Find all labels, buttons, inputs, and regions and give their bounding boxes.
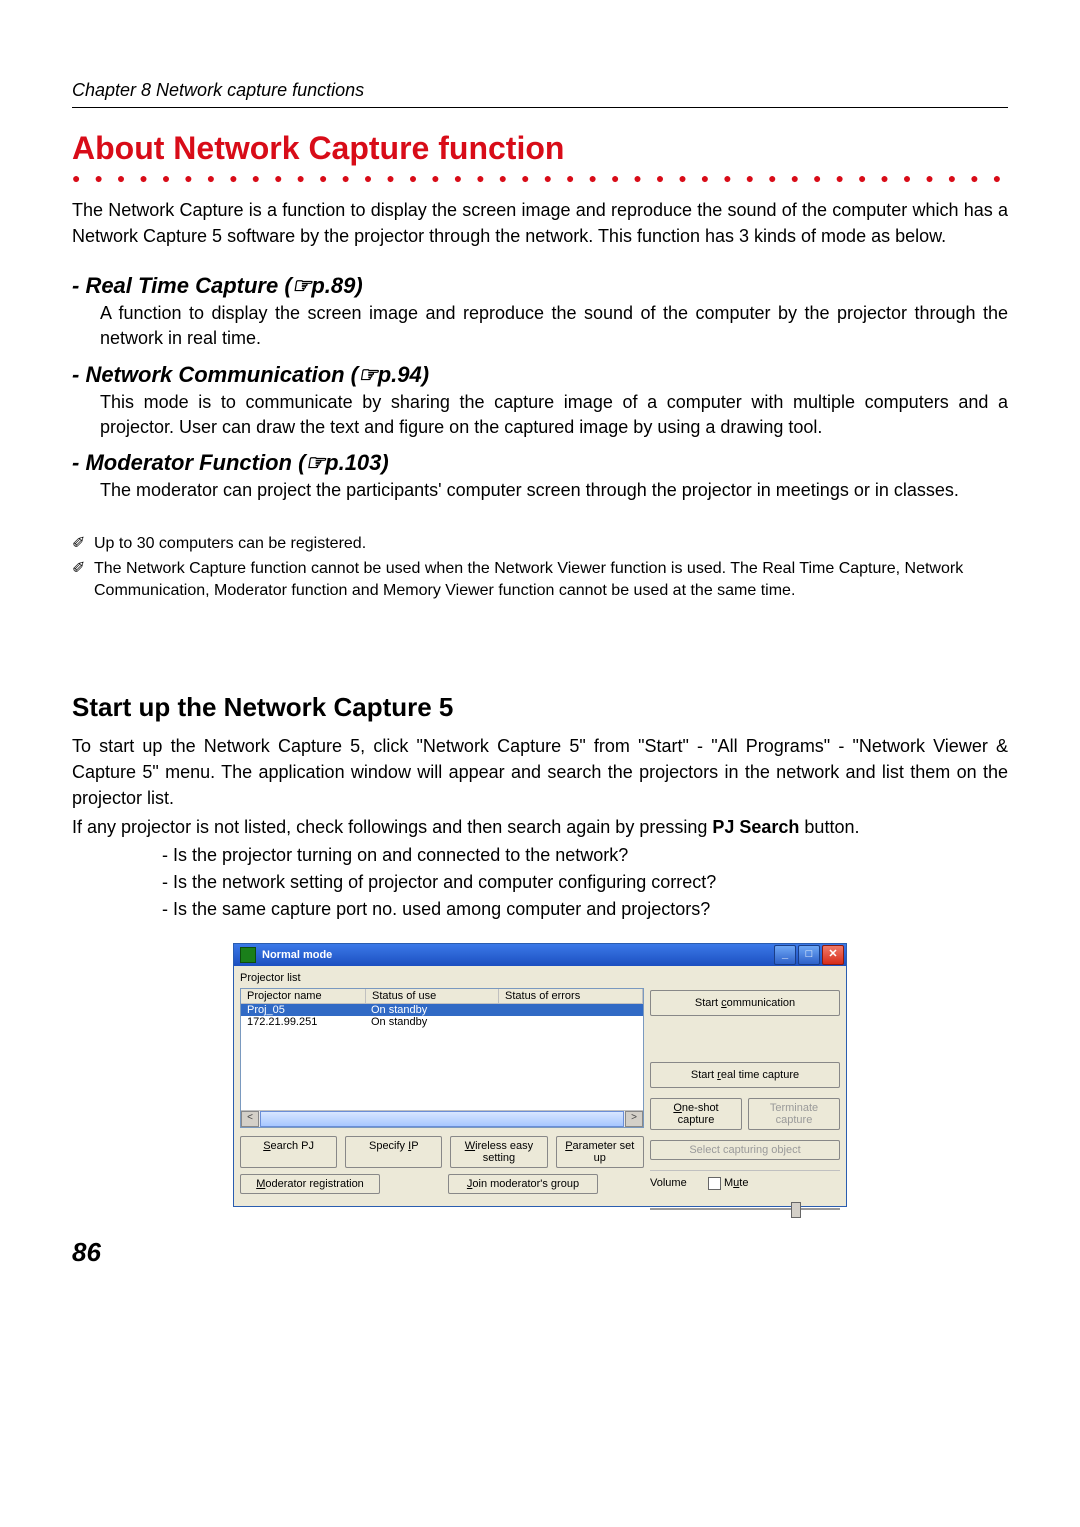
app-icon (240, 947, 256, 963)
bold-text: PJ Search (712, 817, 799, 837)
window-titlebar: Normal mode _ □ ✕ (234, 944, 846, 966)
parameter-setup-button[interactable]: Parameter set up (556, 1136, 644, 1168)
projector-list-label: Projector list (240, 972, 644, 984)
cell-errors (497, 1016, 643, 1028)
startup-paragraph-1: To start up the Network Capture 5, click… (72, 733, 1008, 811)
footnotes: ✐ Up to 30 computers can be registered. … (72, 533, 1008, 602)
mode-title-realtime: - Real Time Capture (☞p.89) (72, 273, 1008, 299)
list-header-row: Projector name Status of use Status of e… (241, 989, 643, 1004)
label: ireless easy setting (475, 1140, 533, 1164)
cell-name: 172.21.99.251 (241, 1016, 365, 1028)
label: Start (691, 1069, 717, 1081)
note-icon: ✐ (72, 558, 94, 603)
moderator-registration-button[interactable]: Moderator registration (240, 1174, 380, 1194)
slider-thumb[interactable] (791, 1202, 801, 1218)
mute-checkbox[interactable] (708, 1177, 721, 1190)
cell-errors (497, 1004, 643, 1016)
label: oin moderator's group (472, 1178, 579, 1190)
text-suffix: button. (799, 817, 859, 837)
mode-body-network-comm: This mode is to communicate by sharing t… (100, 390, 1008, 440)
select-capturing-object-button[interactable]: Select capturing object (650, 1140, 840, 1160)
decorative-dots: ●●●●●●●●●●●●●●●●●●●●●●●●●●●●●●●●●●●●●●●●… (72, 173, 1008, 183)
chapter-header: Chapter 8 Network capture functions (72, 80, 1008, 108)
intro-paragraph: The Network Capture is a function to dis… (72, 197, 1008, 249)
scroll-left-button[interactable]: < (241, 1111, 259, 1127)
cell-name: Proj_05 (241, 1004, 365, 1016)
label: Start (695, 997, 721, 1009)
column-header[interactable]: Projector name (241, 989, 366, 1003)
mode-body-realtime: A function to display the screen image a… (100, 301, 1008, 351)
mode-body-moderator: The moderator can project the participan… (100, 478, 1008, 503)
note-text: The Network Capture function cannot be u… (94, 558, 1008, 603)
section-title-startup: Start up the Network Capture 5 (72, 692, 1008, 723)
startup-paragraph-2: If any projector is not listed, check fo… (72, 814, 1008, 840)
join-moderator-button[interactable]: Join moderator's group (448, 1174, 598, 1194)
mode-title-moderator: - Moderator Function (☞p.103) (72, 450, 1008, 476)
mode-title-network-comm: - Network Communication (☞p.94) (72, 362, 1008, 388)
cell-status: On standby (365, 1016, 497, 1028)
cell-status: On standby (365, 1004, 497, 1016)
check-item: Is the projector turning on and connecte… (162, 842, 1008, 869)
start-communication-button[interactable]: Start communication (650, 990, 840, 1016)
label: oderator registration (265, 1178, 363, 1190)
minimize-button[interactable]: _ (774, 945, 796, 965)
check-item: Is the network setting of projector and … (162, 869, 1008, 896)
window-title: Normal mode (262, 949, 774, 961)
wireless-easy-button[interactable]: Wireless easy setting (450, 1136, 547, 1168)
text-prefix: If any projector is not listed, check fo… (72, 817, 712, 837)
note-text: Up to 30 computers can be registered. (94, 533, 366, 555)
check-item: Is the same capture port no. used among … (162, 896, 1008, 923)
start-realtime-capture-button[interactable]: Start real time capture (650, 1062, 840, 1088)
document-page: Chapter 8 Network capture functions Abou… (0, 0, 1080, 1308)
specify-ip-button[interactable]: Specify IP (345, 1136, 442, 1168)
mute-label: Mute (724, 1177, 748, 1189)
horizontal-scrollbar[interactable]: < > (241, 1110, 643, 1127)
table-row[interactable]: Proj_05 On standby (241, 1004, 643, 1016)
scroll-right-button[interactable]: > (625, 1111, 643, 1127)
oneshot-capture-button[interactable]: One-shot capture (650, 1098, 742, 1130)
label: earch PJ (271, 1140, 314, 1152)
check-list: Is the projector turning on and connecte… (162, 842, 1008, 923)
note-icon: ✐ (72, 533, 94, 555)
label: ne-shot capture (678, 1102, 719, 1126)
page-number: 86 (72, 1237, 1008, 1268)
close-button[interactable]: ✕ (822, 945, 844, 965)
maximize-button[interactable]: □ (798, 945, 820, 965)
projector-list[interactable]: Projector name Status of use Status of e… (240, 988, 644, 1128)
page-title: About Network Capture function (72, 130, 1008, 167)
label: Specify (369, 1140, 408, 1152)
embedded-screenshot: Normal mode _ □ ✕ Projector list Project… (233, 943, 847, 1207)
column-header[interactable]: Status of errors (499, 989, 643, 1003)
search-pj-button[interactable]: Search PJ (240, 1136, 337, 1168)
volume-label: Volume (650, 1177, 700, 1189)
terminate-capture-button[interactable]: Terminate capture (748, 1098, 840, 1130)
table-row[interactable]: 172.21.99.251 On standby (241, 1016, 643, 1028)
column-header[interactable]: Status of use (366, 989, 499, 1003)
label: arameter set up (573, 1140, 635, 1164)
scroll-thumb[interactable] (260, 1111, 624, 1127)
